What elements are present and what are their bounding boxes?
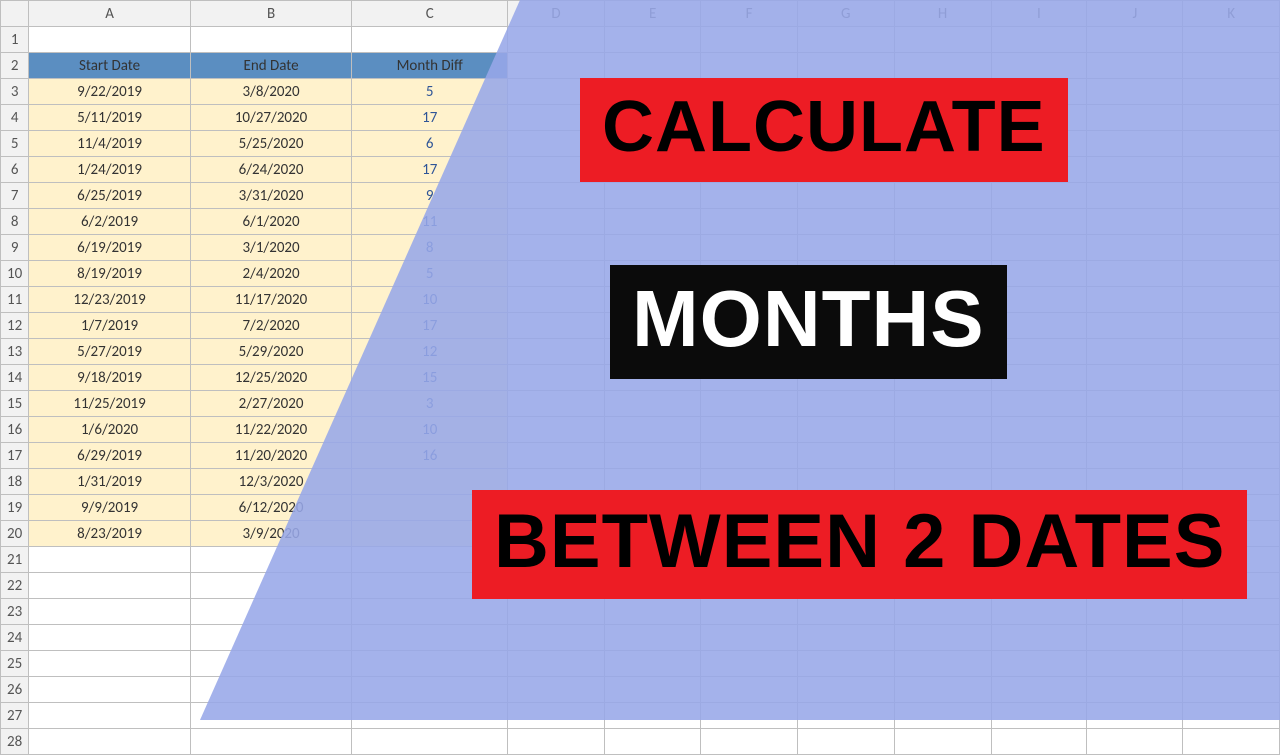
cell[interactable]: [797, 729, 894, 755]
cell[interactable]: [1183, 729, 1280, 755]
cell[interactable]: [352, 729, 508, 755]
cell[interactable]: [701, 729, 797, 755]
cell[interactable]: [1087, 729, 1183, 755]
cell[interactable]: [604, 729, 700, 755]
cell[interactable]: [894, 729, 991, 755]
cell[interactable]: [190, 729, 351, 755]
table-row: 28: [1, 729, 1280, 755]
title-overlay: CALCULATE MONTHS BETWEEN 2 DATES: [0, 0, 1280, 720]
row-header[interactable]: 28: [1, 729, 29, 755]
cell[interactable]: [508, 729, 605, 755]
label-calculate: CALCULATE: [580, 78, 1068, 182]
cell[interactable]: [991, 729, 1087, 755]
label-between: BETWEEN 2 DATES: [472, 490, 1247, 599]
label-months: MONTHS: [610, 265, 1007, 379]
cell[interactable]: [29, 729, 190, 755]
